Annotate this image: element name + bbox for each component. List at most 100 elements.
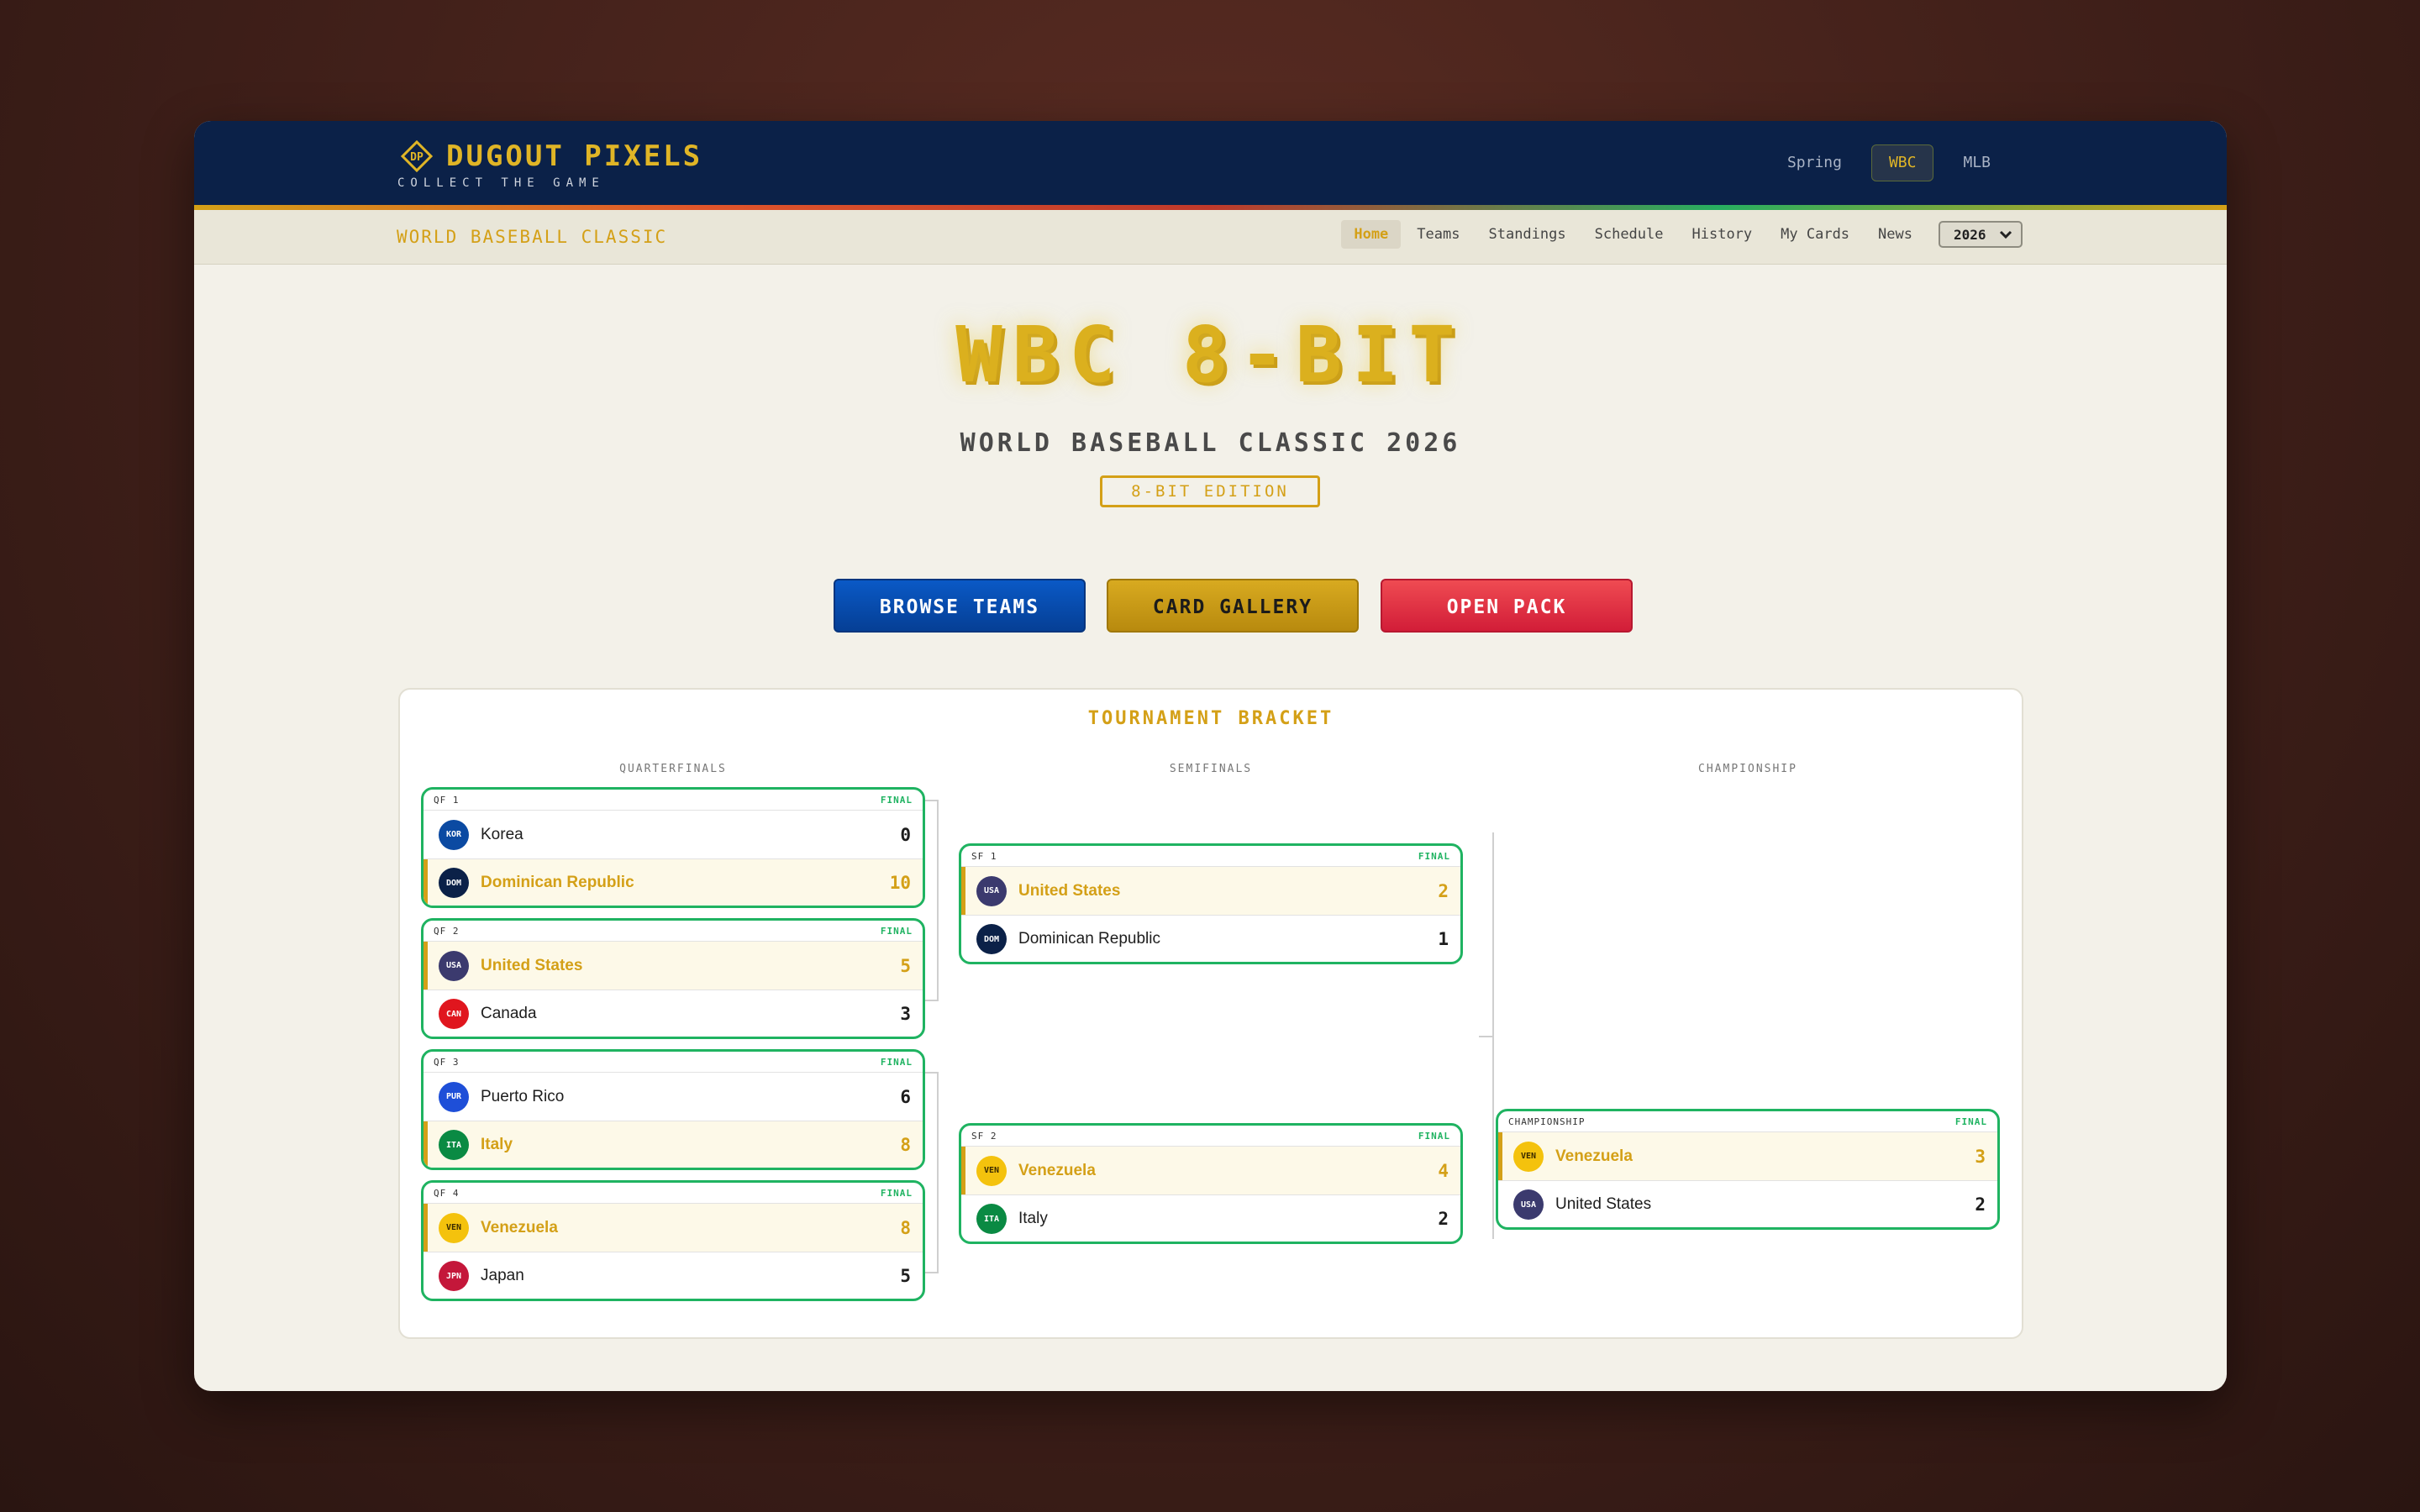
team-name: United States <box>1018 881 1121 900</box>
team-row[interactable]: USA United States 2 <box>1498 1180 1997 1227</box>
logo-diamond-icon: DP <box>400 139 434 173</box>
league-tab-wbc[interactable]: WBC <box>1870 144 1934 181</box>
team-name: United States <box>481 956 583 974</box>
match-label: QF 4 <box>434 1187 460 1199</box>
team-flag-icon: ITA <box>439 1130 469 1160</box>
top-bar: DP DUGOUT PIXELS COLLECT THE GAME Spring… <box>194 121 2227 205</box>
team-flag-icon: PUR <box>439 1081 469 1112</box>
team-flag-icon: USA <box>439 950 469 981</box>
team-row[interactable]: KOR Korea 0 <box>424 811 923 858</box>
team-row[interactable]: DOM Dominican Republic 10 <box>424 858 923 906</box>
match-header: CHAMPIONSHIP FINAL <box>1498 1111 1997 1132</box>
sub-navigation: WORLD BASEBALL CLASSIC Home Teams Standi… <box>194 210 2227 265</box>
match-card[interactable]: SF 1 FINAL USA United States 2 DOM Dominican R… <box>959 843 1463 964</box>
match-card[interactable]: CHAMPIONSHIP FINAL VEN Venezuela 3 USA United … <box>1496 1109 2000 1230</box>
match-label: SF 1 <box>971 850 997 862</box>
brand-tagline: COLLECT THE GAME <box>397 176 605 190</box>
team-name: Venezuela <box>481 1218 558 1236</box>
team-name: Dominican Republic <box>481 874 634 891</box>
open-pack-button[interactable]: OPEN PACK <box>1381 579 1633 633</box>
team-flag-icon: VEN <box>1513 1141 1544 1172</box>
match-status: FINAL <box>1418 1130 1450 1142</box>
match-status: FINAL <box>880 1056 913 1068</box>
bracket-connector <box>1479 1036 1494 1037</box>
team-name: United States <box>1555 1195 1652 1213</box>
bracket-title: TOURNAMENT BRACKET <box>1087 708 1334 729</box>
match-status: FINAL <box>880 794 913 806</box>
match-label: QF 1 <box>434 794 460 806</box>
column-label-quarterfinals: QUARTERFINALS <box>619 763 727 775</box>
match-label: QF 2 <box>434 925 460 937</box>
match-status: FINAL <box>880 1187 913 1199</box>
match-header: QF 4 FINAL <box>424 1183 923 1204</box>
nav-news[interactable]: News <box>1865 220 1925 249</box>
match-status: FINAL <box>1418 850 1450 862</box>
team-row[interactable]: ITA Italy 8 <box>424 1121 923 1168</box>
brand-name[interactable]: DUGOUT PIXELS <box>446 139 702 173</box>
team-score: 8 <box>900 1135 911 1155</box>
team-row[interactable]: VEN Venezuela 8 <box>424 1204 923 1252</box>
team-name: Puerto Rico <box>481 1087 565 1105</box>
team-row[interactable]: USA United States 5 <box>424 942 923 990</box>
match-card[interactable]: QF 1 FINAL KOR Korea 0 DOM Dominican Republic 1… <box>421 787 925 908</box>
nav-my-cards[interactable]: My Cards <box>1768 220 1862 249</box>
hero-title: WBC 8-BIT <box>955 310 1465 400</box>
match-status: FINAL <box>880 925 913 937</box>
nav-home[interactable]: Home <box>1341 220 1402 249</box>
team-score: 2 <box>1438 1209 1449 1229</box>
year-select[interactable]: 2026 <box>1939 221 2023 248</box>
team-name: Venezuela <box>1555 1147 1633 1165</box>
team-row[interactable]: ITA Italy 2 <box>961 1194 1460 1242</box>
team-flag-icon: VEN <box>439 1212 469 1243</box>
team-score: 5 <box>900 1266 911 1286</box>
match-card[interactable]: QF 2 FINAL USA United States 5 CAN Canada 3 <box>421 918 925 1039</box>
team-score: 10 <box>889 873 911 893</box>
team-row[interactable]: VEN Venezuela 4 <box>961 1147 1460 1194</box>
section-title: WORLD BASEBALL CLASSIC <box>397 227 668 247</box>
match-label: QF 3 <box>434 1056 460 1068</box>
team-row[interactable]: DOM Dominican Republic 1 <box>961 915 1460 962</box>
team-score: 6 <box>900 1086 911 1107</box>
team-flag-icon: USA <box>1513 1189 1544 1220</box>
match-label: CHAMPIONSHIP <box>1508 1116 1586 1127</box>
match-card[interactable]: SF 2 FINAL VEN Venezuela 4 ITA Italy 2 <box>959 1123 1463 1244</box>
nav-links: Home Teams Standings Schedule History My… <box>1341 220 2023 249</box>
match-card[interactable]: QF 3 FINAL PUR Puerto Rico 6 ITA Italy 8 <box>421 1049 925 1170</box>
card-gallery-button[interactable]: CARD GALLERY <box>1107 579 1359 633</box>
team-name: Japan <box>481 1267 524 1284</box>
team-flag-icon: KOR <box>439 819 469 850</box>
browse-teams-button[interactable]: BROWSE TEAMS <box>834 579 1086 633</box>
team-row[interactable]: PUR Puerto Rico 6 <box>424 1073 923 1121</box>
team-flag-icon: JPN <box>439 1261 469 1291</box>
app-window: DP DUGOUT PIXELS COLLECT THE GAME Spring… <box>194 121 2227 1391</box>
chevron-down-icon <box>1999 230 2012 239</box>
match-header: QF 1 FINAL <box>424 790 923 811</box>
match-label: SF 2 <box>971 1130 997 1142</box>
nav-teams[interactable]: Teams <box>1404 220 1472 249</box>
team-score: 4 <box>1438 1160 1449 1181</box>
team-row[interactable]: CAN Canada 3 <box>424 990 923 1037</box>
team-score: 3 <box>1975 1146 1986 1167</box>
match-header: SF 1 FINAL <box>961 846 1460 867</box>
bracket-connector <box>925 1072 939 1273</box>
match-card[interactable]: QF 4 FINAL VEN Venezuela 8 JPN Japan 5 <box>421 1180 925 1301</box>
svg-text:DP: DP <box>410 151 424 164</box>
team-score: 5 <box>900 955 911 976</box>
team-flag-icon: DOM <box>439 868 469 898</box>
team-row[interactable]: JPN Japan 5 <box>424 1252 923 1299</box>
team-row[interactable]: VEN Venezuela 3 <box>1498 1132 1997 1180</box>
team-score: 2 <box>1975 1194 1986 1215</box>
team-row[interactable]: USA United States 2 <box>961 867 1460 915</box>
league-tab-spring[interactable]: Spring <box>1770 144 1860 181</box>
team-flag-icon: CAN <box>439 999 469 1029</box>
match-header: QF 3 FINAL <box>424 1052 923 1073</box>
nav-history[interactable]: History <box>1680 220 1765 249</box>
nav-schedule[interactable]: Schedule <box>1582 220 1676 249</box>
nav-standings[interactable]: Standings <box>1476 220 1578 249</box>
team-score: 8 <box>900 1217 911 1238</box>
hero-subtitle: WORLD BASEBALL CLASSIC 2026 <box>960 428 1461 458</box>
column-label-championship: CHAMPIONSHIP <box>1698 763 1797 775</box>
team-flag-icon: DOM <box>976 924 1007 954</box>
league-tab-mlb[interactable]: MLB <box>1945 144 2008 181</box>
match-header: SF 2 FINAL <box>961 1126 1460 1147</box>
